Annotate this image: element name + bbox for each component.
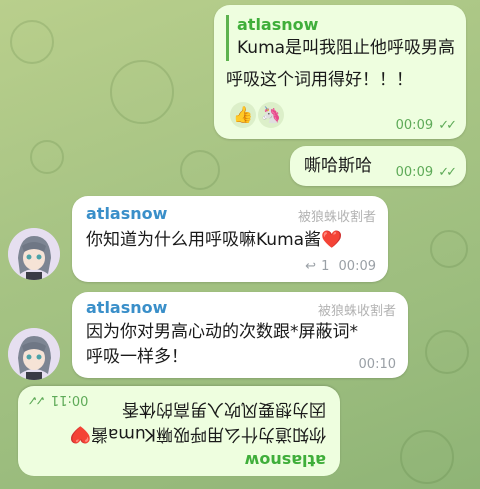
bg-doodle (10, 20, 54, 64)
message-bubble-incoming[interactable]: atlasnow 被狼蛛收割者 你知道为什么用呼吸嘛Kuma酱❤️ ↩ 1 00… (72, 196, 388, 282)
double-check-icon: ✓✓ (30, 392, 46, 407)
avatar[interactable] (8, 228, 60, 280)
message-meta: 00:10 (359, 353, 396, 372)
message-time: 00:11 (50, 392, 89, 407)
bg-doodle (30, 140, 64, 174)
sender-role-badge: 被狼蛛收割者 (317, 304, 396, 319)
message-time: 00:09 (395, 118, 434, 133)
sender-name[interactable]: atlasnow (86, 204, 167, 223)
message-bubble-flipped[interactable]: atlasnow 你知道为什么用呼吸嘛Kuma酱❤️ 因为想要风吹入男高的体香 … (18, 386, 340, 476)
bg-doodle (400, 430, 454, 484)
bg-doodle (425, 330, 469, 374)
message-bubble-incoming[interactable]: atlasnow 被狼蛛收割者 因为你对男高心动的次数跟*屏蔽词* 呼吸一样多！… (72, 292, 408, 378)
avatar-image (8, 328, 60, 380)
reply-arrow-icon[interactable]: ↩ (305, 259, 316, 274)
message-text: 因为想要风吹入男高的体香 (122, 399, 326, 419)
message-meta: 00:11 ✓✓ (30, 392, 88, 411)
message-text: 嘶哈斯哈 (304, 156, 372, 176)
reaction-unicorn-icon[interactable]: 🦄 (258, 102, 284, 128)
message-text: 呼吸一样多！ (86, 347, 188, 367)
message-bubble-outgoing[interactable]: atlasnow Kuma是叫我阻止他呼吸男高 呼吸这个词用得好！！！ 👍 🦄 … (214, 5, 466, 139)
sender-role-badge: 被狼蛛收割者 (297, 210, 376, 225)
message-text: 你知道为什么用呼吸嘛Kuma酱❤️ (86, 230, 343, 250)
message-time: 00:09 (338, 259, 376, 274)
message-text: 因为你对男高心动的次数跟*屏蔽词* (86, 322, 358, 342)
reaction-thumbs-up-icon[interactable]: 👍 (230, 102, 256, 128)
double-check-icon: ✓✓ (438, 165, 457, 180)
message-text: 呼吸这个词用得好！！！ (226, 70, 413, 90)
bg-doodle (430, 230, 468, 268)
message-text: 你知道为什么用呼吸嘛Kuma酱❤️ (69, 424, 326, 444)
message-meta: 00:09 ✓✓ (395, 161, 457, 180)
message-time: 00:09 (395, 165, 434, 180)
bg-doodle (110, 60, 174, 124)
message-meta: 00:09 ✓✓ (395, 114, 457, 133)
reply-count[interactable]: 1 (321, 259, 329, 274)
avatar[interactable] (8, 328, 60, 380)
bg-doodle (180, 150, 220, 190)
reply-quote[interactable]: atlasnow Kuma是叫我阻止他呼吸男高 (226, 15, 465, 61)
avatar-image (8, 228, 60, 280)
double-check-icon: ✓✓ (438, 118, 457, 133)
message-meta: ↩ 1 00:09 (305, 255, 376, 274)
sender-name[interactable]: atlasnow (86, 298, 167, 317)
reply-sender-name: atlasnow (237, 15, 319, 34)
reply-text: Kuma是叫我阻止他呼吸男高 (237, 38, 456, 58)
sender-name[interactable]: atlasnow (245, 451, 326, 470)
message-time: 00:10 (358, 357, 396, 372)
message-bubble-outgoing[interactable]: 嘶哈斯哈 00:09 ✓✓ (290, 146, 466, 186)
